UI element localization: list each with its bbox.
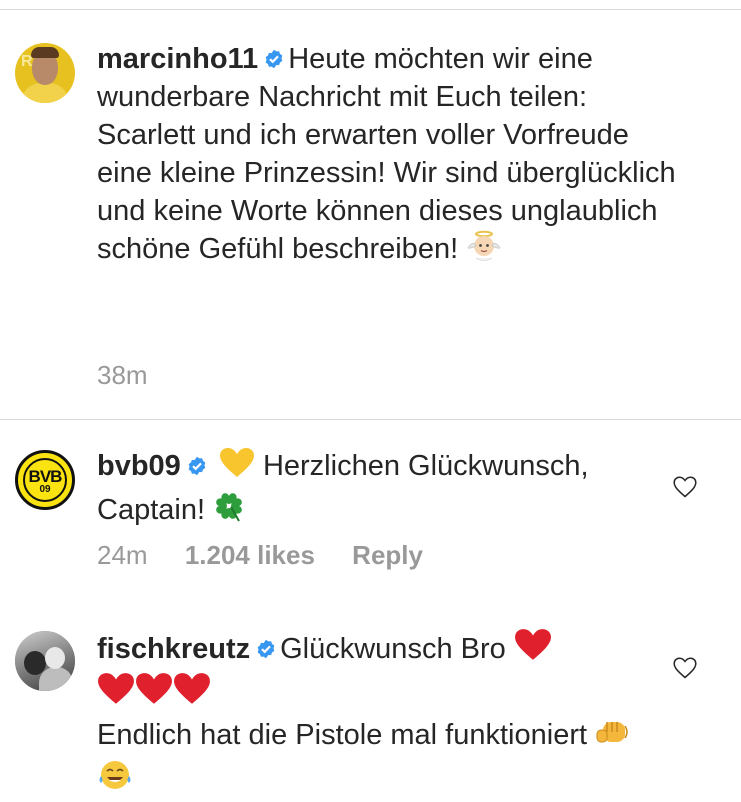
avatar-figure: [24, 651, 46, 675]
comment-body: bvb09 Herzlichen Glückwunsch, Captain!: [97, 447, 657, 533]
comment-time: 24m: [97, 540, 148, 570]
section-divider: [0, 419, 741, 420]
username[interactable]: marcinho11: [97, 43, 258, 75]
avatar-logo-number: 09: [39, 484, 51, 495]
username[interactable]: fischkreutz: [97, 633, 250, 665]
fist-bump-icon: [595, 716, 631, 758]
avatar-hair: [31, 47, 59, 58]
avatar-shirt: [21, 83, 69, 103]
avatar[interactable]: [15, 631, 75, 691]
username[interactable]: bvb09: [97, 450, 181, 482]
reply-button[interactable]: Reply: [352, 540, 423, 570]
comment-meta: 24m 1.204 likes Reply: [97, 540, 453, 571]
like-heart-icon[interactable]: [673, 476, 697, 498]
comment-text: Heute möchten wir eine wunderbare Nachri…: [97, 43, 676, 265]
comment-text: Glückwunsch Bro: [280, 633, 506, 665]
avatar-figure: [45, 647, 65, 669]
comment-time: 38m: [97, 360, 148, 390]
four-leaf-clover-icon: [213, 489, 247, 533]
avatar-logo-mark: R: [21, 53, 33, 70]
comment-meta: 38m: [97, 360, 178, 391]
baby-angel-icon: [466, 230, 502, 272]
yellow-heart-icon: [219, 447, 255, 489]
likes-count[interactable]: 1.204 likes: [185, 540, 315, 570]
verified-badge-icon: [187, 448, 207, 476]
red-heart-icon: [514, 628, 552, 672]
avatar[interactable]: R: [15, 43, 75, 103]
avatar-figure: [39, 667, 73, 691]
red-heart-icon: [97, 672, 135, 716]
tears-of-joy-icon: [97, 758, 133, 802]
comment-text: Endlich hat die Pistole mal funktioniert: [97, 719, 588, 751]
comment-body: fischkreutz Glückwunsch Bro Endlich hat d…: [97, 628, 657, 802]
verified-badge-icon: [256, 631, 276, 659]
red-heart-icon: [173, 672, 211, 716]
avatar[interactable]: BVB 09: [15, 450, 75, 510]
red-heart-icon: [135, 672, 173, 716]
like-heart-icon[interactable]: [673, 657, 697, 679]
comment-body: marcinho11 Heute möchten wir eine wunderb…: [97, 40, 687, 272]
top-divider: [0, 9, 741, 10]
verified-badge-icon: [264, 41, 284, 69]
